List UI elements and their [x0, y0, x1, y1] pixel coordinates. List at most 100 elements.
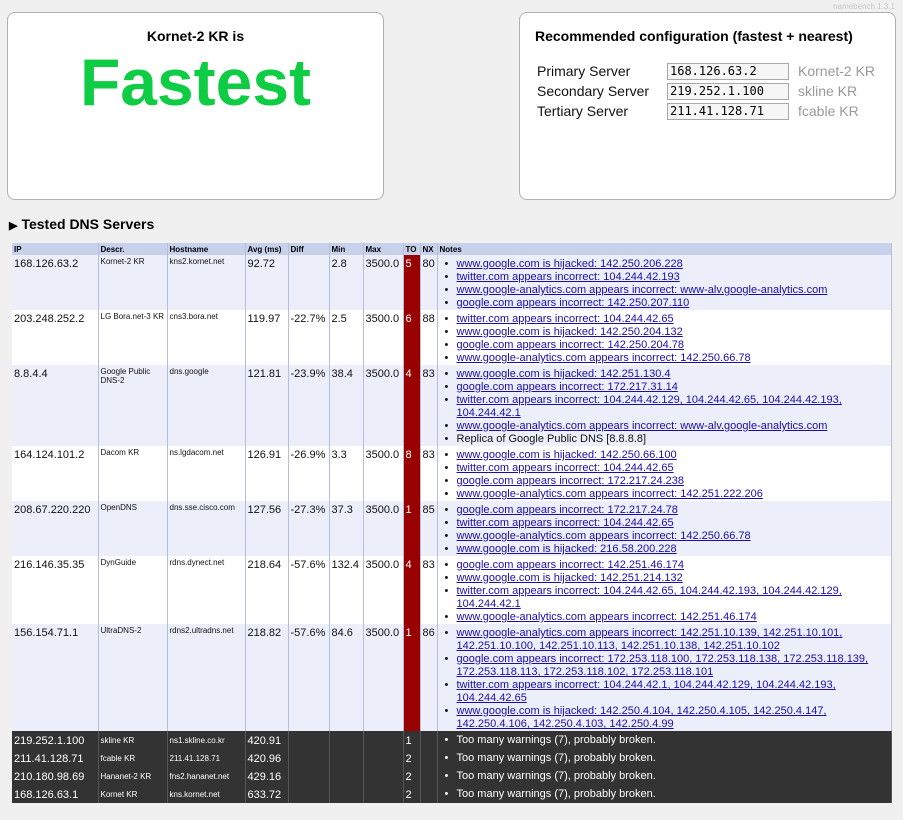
cell-nx: 85: [420, 501, 438, 556]
note-link[interactable]: twitter.com appears incorrect: 104.244.4…: [457, 271, 680, 283]
note-link[interactable]: www.google-analytics.com appears incorre…: [457, 627, 843, 652]
server-ip-field[interactable]: 219.252.1.100: [667, 83, 789, 100]
cell-nx: 88: [420, 310, 438, 365]
note-link[interactable]: twitter.com appears incorrect: 104.244.4…: [457, 313, 674, 325]
note-link[interactable]: www.google.com is hijacked: 142.251.130.…: [457, 368, 671, 380]
cell-avg: 218.64: [245, 556, 289, 624]
note-link[interactable]: www.google.com is hijacked: 142.250.66.1…: [457, 449, 677, 461]
server-ip-field[interactable]: 211.41.128.71: [667, 103, 789, 120]
dns-row: 8.8.4.4 Google Public DNS-2 dns.google 121.…: [12, 365, 892, 446]
note-item: www.google-analytics.com appears incorre…: [445, 352, 890, 365]
note-link[interactable]: www.google-analytics.com appears incorre…: [457, 611, 757, 623]
dns-row-broken: 168.126.63.1 Kornet KR kns.kornet.net 633.7…: [12, 785, 892, 803]
notes-list: www.google.com is hijacked: 142.250.66.1…: [440, 449, 890, 501]
cell-hostname: kns.kornet.net: [167, 785, 246, 803]
cell-notes: www.google-analytics.com appears incorre…: [437, 624, 892, 731]
cell-descr: OpenDNS: [98, 501, 168, 556]
cell-descr: skline KR: [98, 731, 168, 749]
cell-nx: 83: [420, 446, 438, 501]
cell-min: 38.4: [329, 365, 364, 446]
note-link[interactable]: www.google-analytics.com appears incorre…: [457, 420, 828, 432]
note-link[interactable]: twitter.com appears incorrect: 104.244.4…: [457, 517, 674, 529]
note-link[interactable]: google.com appears incorrect: 142.251.46…: [457, 559, 685, 571]
cell-max: 3500.0: [363, 501, 404, 556]
fastest-summary-panel: Kornet-2 KR is Fastest: [7, 12, 384, 200]
fastest-headline: Kornet-2 KR is: [146, 28, 245, 44]
server-ip-cell: 168.126.63.2: [667, 61, 798, 81]
note-item: www.google.com is hijacked: 142.250.204.…: [445, 326, 890, 339]
cell-nx: [420, 749, 438, 767]
cell-notes: google.com appears incorrect: 142.251.46…: [437, 556, 892, 624]
note-link[interactable]: twitter.com appears incorrect: 104.244.4…: [457, 394, 842, 419]
note-link[interactable]: www.google-analytics.com appears incorre…: [457, 352, 751, 364]
cell-avg: 127.56: [245, 501, 289, 556]
note-link[interactable]: www.google.com is hijacked: 216.58.200.2…: [457, 543, 677, 555]
column-header: NX: [420, 243, 438, 255]
cell-hostname: cns3.bora.net: [167, 310, 246, 365]
cell-avg: 420.91: [245, 731, 289, 749]
notes-list: Too many warnings (7), probably broken.: [440, 734, 890, 747]
note-link[interactable]: www.google-analytics.com appears incorre…: [457, 530, 751, 542]
cell-descr: Google Public DNS-2: [98, 365, 168, 446]
note-item: www.google.com is hijacked: 142.251.214.…: [445, 572, 890, 585]
note-item: google.com appears incorrect: 172.253.11…: [445, 653, 890, 679]
cell-max: 3500.0: [363, 556, 404, 624]
cell-ip: 164.124.101.2: [12, 446, 99, 501]
note-link[interactable]: www.google.com is hijacked: 142.251.214.…: [457, 572, 683, 584]
cell-timeouts: 1: [403, 501, 421, 556]
cell-nx: 83: [420, 365, 438, 446]
cell-min: [329, 767, 364, 785]
cell-max: [363, 767, 404, 785]
cell-hostname: rdns.dynect.net: [167, 556, 246, 624]
cell-timeouts: 2: [403, 767, 421, 785]
server-name-label: fcable KR: [798, 103, 859, 119]
cell-diff: [288, 767, 330, 785]
cell-diff: -23.9%: [288, 365, 330, 446]
note-link[interactable]: google.com appears incorrect: 172.217.24…: [457, 475, 685, 487]
note-link[interactable]: google.com appears incorrect: 142.250.20…: [457, 339, 685, 351]
note-link[interactable]: google.com appears incorrect: 142.250.20…: [457, 297, 690, 309]
server-role-label: Tertiary Server: [537, 103, 629, 119]
cell-descr: Kornet-2 KR: [98, 255, 168, 310]
notes-list: www.google.com is hijacked: 142.251.130.…: [440, 368, 890, 446]
note-link[interactable]: twitter.com appears incorrect: 104.244.4…: [457, 462, 674, 474]
note-item: www.google-analytics.com appears incorre…: [445, 488, 890, 501]
note-link[interactable]: www.google-analytics.com appears incorre…: [457, 284, 828, 296]
cell-descr: DynGuide: [98, 556, 168, 624]
cell-timeouts: 6: [403, 310, 421, 365]
note-link[interactable]: google.com appears incorrect: 172.253.11…: [457, 653, 869, 678]
column-header: TO: [403, 243, 421, 255]
cell-timeouts: 2: [403, 749, 421, 767]
cell-notes: Too many warnings (7), probably broken.: [437, 767, 892, 785]
cell-avg: 119.97: [245, 310, 289, 365]
fastest-verdict: Fastest: [79, 45, 312, 119]
cell-max: 3500.0: [363, 446, 404, 501]
cell-notes: Too many warnings (7), probably broken.: [437, 785, 892, 803]
note-item: google.com appears incorrect: 142.251.46…: [445, 559, 890, 572]
cell-min: 2.5: [329, 310, 364, 365]
cell-avg: 218.82: [245, 624, 289, 731]
note-link[interactable]: google.com appears incorrect: 172.217.31…: [457, 381, 678, 393]
cell-avg: 126.91: [245, 446, 289, 501]
note-item: www.google-analytics.com appears incorre…: [445, 611, 890, 624]
recommended-row: Tertiary Server 211.41.128.71 fcable KR: [537, 101, 875, 121]
cell-min: 2.8: [329, 255, 364, 310]
notes-list: Too many warnings (7), probably broken.: [440, 770, 890, 783]
tested-dns-toggle[interactable]: ▶ Tested DNS Servers: [9, 216, 154, 232]
note-link[interactable]: google.com appears incorrect: 172.217.24…: [457, 504, 678, 516]
cell-timeouts: 8: [403, 446, 421, 501]
cell-ip: 203.248.252.2: [12, 310, 99, 365]
note-link[interactable]: www.google.com is hijacked: 142.250.4.10…: [457, 705, 827, 730]
cell-min: [329, 785, 364, 803]
note-item: www.google-analytics.com appears incorre…: [445, 284, 890, 297]
dns-row: 164.124.101.2 Dacom KR ns.lgdacom.net 126.9…: [12, 446, 892, 501]
note-item: twitter.com appears incorrect: 104.244.4…: [445, 271, 890, 284]
note-link[interactable]: www.google.com is hijacked: 142.250.204.…: [457, 326, 683, 338]
note-link[interactable]: twitter.com appears incorrect: 104.244.4…: [457, 679, 836, 704]
note-link[interactable]: www.google-analytics.com appears incorre…: [457, 488, 763, 500]
note-link[interactable]: twitter.com appears incorrect: 104.244.4…: [457, 585, 842, 610]
note-link[interactable]: www.google.com is hijacked: 142.250.206.…: [457, 258, 683, 270]
server-ip-field[interactable]: 168.126.63.2: [667, 63, 789, 80]
cell-ip: 8.8.4.4: [12, 365, 99, 446]
cell-max: [363, 731, 404, 749]
